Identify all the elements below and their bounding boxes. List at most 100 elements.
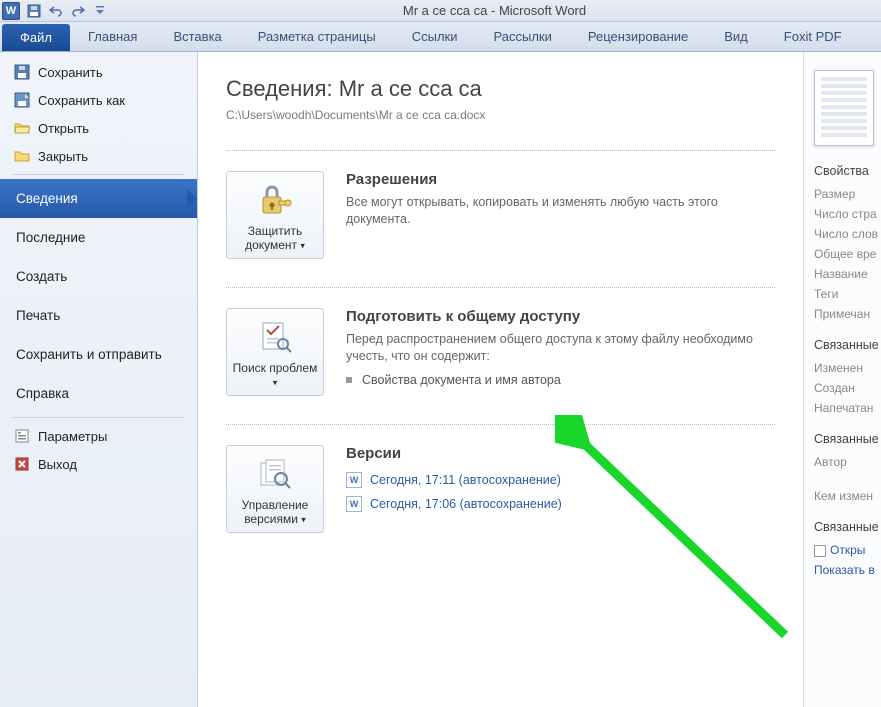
sidebar-save[interactable]: Сохранить: [0, 58, 197, 86]
properties-heading[interactable]: Свойства: [814, 164, 881, 178]
redo-icon[interactable]: [68, 2, 88, 20]
label: Управление версиями: [242, 498, 309, 526]
chevron-down-icon: ▾: [301, 514, 306, 524]
file-tab[interactable]: Файл: [2, 24, 70, 51]
label: Поиск проблем: [233, 361, 318, 375]
prop-size: Размер: [814, 184, 881, 204]
separator: [12, 174, 185, 175]
related-dates-heading: Связанные: [814, 338, 881, 352]
related-people-heading: Связанные: [814, 432, 881, 446]
label: Печать: [16, 308, 60, 323]
tab-mailings[interactable]: Рассылки: [476, 22, 570, 51]
save-icon[interactable]: [24, 2, 44, 20]
versions-title: Версии: [346, 445, 775, 462]
version-item[interactable]: W Сегодня, 17:11 (автосохранение): [346, 468, 775, 492]
tab-insert[interactable]: Вставка: [155, 22, 239, 51]
tab-view[interactable]: Вид: [706, 22, 766, 51]
folder-close-icon: [14, 148, 30, 164]
related-docs-heading: Связанные: [814, 520, 881, 534]
bullet-icon: [346, 377, 352, 383]
sidebar-new[interactable]: Создать: [0, 257, 197, 296]
properties-panel: Свойства Размер Число стра Число слов Об…: [803, 52, 881, 707]
options-icon: [14, 428, 30, 444]
protect-document-button[interactable]: Защитить документ ▾: [226, 171, 324, 259]
prop-edit-time: Общее вре: [814, 244, 881, 264]
label: Последние: [16, 230, 85, 245]
chevron-down-icon: ▾: [273, 377, 278, 387]
prop-created: Создан: [814, 378, 881, 398]
backstage-main: Сведения: Mr а се сса са C:\Users\woodh\…: [198, 52, 881, 707]
quick-access-toolbar: [24, 2, 110, 20]
version-label: Сегодня, 17:11 (автосохранение): [370, 473, 561, 487]
prop-words: Число слов: [814, 224, 881, 244]
sidebar-info[interactable]: Сведения: [0, 179, 197, 218]
tab-review[interactable]: Рецензирование: [570, 22, 706, 51]
doc-icon: W: [346, 472, 362, 488]
section-versions: Управление версиями ▾ Версии W Сегодня, …: [226, 424, 775, 533]
tab-foxit[interactable]: Foxit PDF: [766, 22, 860, 51]
permissions-desc: Все могут открывать, копировать и изменя…: [346, 194, 775, 228]
tab-references[interactable]: Ссылки: [394, 22, 476, 51]
sidebar-options[interactable]: Параметры: [0, 422, 197, 450]
check-issues-button[interactable]: Поиск проблем ▾: [226, 308, 324, 396]
doc-icon: W: [346, 496, 362, 512]
undo-icon[interactable]: [46, 2, 66, 20]
sidebar-open[interactable]: Открыть: [0, 114, 197, 142]
prepare-bullet: Свойства документа и имя автора: [346, 373, 775, 387]
bullet-text: Свойства документа и имя автора: [362, 373, 561, 387]
ribbon-tabs: Файл Главная Вставка Разметка страницы С…: [0, 22, 881, 52]
document-path: C:\Users\woodh\Documents\Mr а се сса са.…: [226, 108, 775, 122]
prop-printed: Напечатан: [814, 398, 881, 418]
show-all-properties[interactable]: Показать в: [814, 560, 881, 580]
lock-key-icon: [255, 182, 295, 218]
page-title: Сведения: Mr а се сса са: [226, 76, 775, 102]
label: Параметры: [38, 429, 107, 444]
open-file-location[interactable]: Откры: [814, 540, 881, 560]
sidebar-share[interactable]: Сохранить и отправить: [0, 335, 197, 374]
sidebar-exit[interactable]: Выход: [0, 450, 197, 478]
version-item[interactable]: W Сегодня, 17:06 (автосохранение): [346, 492, 775, 516]
sidebar-close[interactable]: Закрыть: [0, 142, 197, 170]
tab-page-layout[interactable]: Разметка страницы: [240, 22, 394, 51]
sidebar-recent[interactable]: Последние: [0, 218, 197, 257]
chevron-down-icon: ▾: [300, 240, 305, 250]
label: Сохранить как: [38, 93, 125, 108]
prop-pages: Число стра: [814, 204, 881, 224]
prepare-desc: Перед распространением общего доступа к …: [346, 331, 775, 365]
doc-name: Mr а се сса са: [339, 76, 482, 101]
label: Сохранить и отправить: [16, 347, 162, 362]
permissions-title: Разрешения: [346, 171, 775, 188]
sidebar-print[interactable]: Печать: [0, 296, 197, 335]
prepare-title: Подготовить к общему доступу: [346, 308, 775, 325]
label: Справка: [16, 386, 69, 401]
folder-icon: [814, 545, 826, 557]
versions-icon: [255, 456, 295, 492]
label: Открыть: [38, 121, 89, 136]
titlebar: W Mr а се сса са - Microsoft Word: [0, 0, 881, 22]
qat-customize-icon[interactable]: [90, 2, 110, 20]
label: Сведения: [16, 191, 78, 206]
prop-tags: Теги: [814, 284, 881, 304]
folder-open-icon: [14, 120, 30, 136]
document-preview[interactable]: [814, 70, 874, 146]
heading-prefix: Сведения:: [226, 76, 339, 101]
prop-modified: Изменен: [814, 358, 881, 378]
label: Закрыть: [38, 149, 88, 164]
inspect-icon: [255, 319, 295, 355]
tab-home[interactable]: Главная: [70, 22, 155, 51]
sidebar-help[interactable]: Справка: [0, 374, 197, 413]
label: Выход: [38, 457, 77, 472]
manage-versions-button[interactable]: Управление версиями ▾: [226, 445, 324, 533]
save-icon: [14, 64, 30, 80]
backstage-sidebar: Сохранить Сохранить как Открыть Закрыть …: [0, 52, 198, 707]
prop-title: Название: [814, 264, 881, 284]
prop-comments: Примечан: [814, 304, 881, 324]
label: Сохранить: [38, 65, 103, 80]
window-title: Mr а се сса са - Microsoft Word: [110, 3, 879, 18]
exit-icon: [14, 456, 30, 472]
label: Создать: [16, 269, 67, 284]
sidebar-save-as[interactable]: Сохранить как: [0, 86, 197, 114]
word-app-icon: W: [2, 2, 20, 20]
version-label: Сегодня, 17:06 (автосохранение): [370, 497, 562, 511]
prop-author: Автор: [814, 452, 881, 472]
